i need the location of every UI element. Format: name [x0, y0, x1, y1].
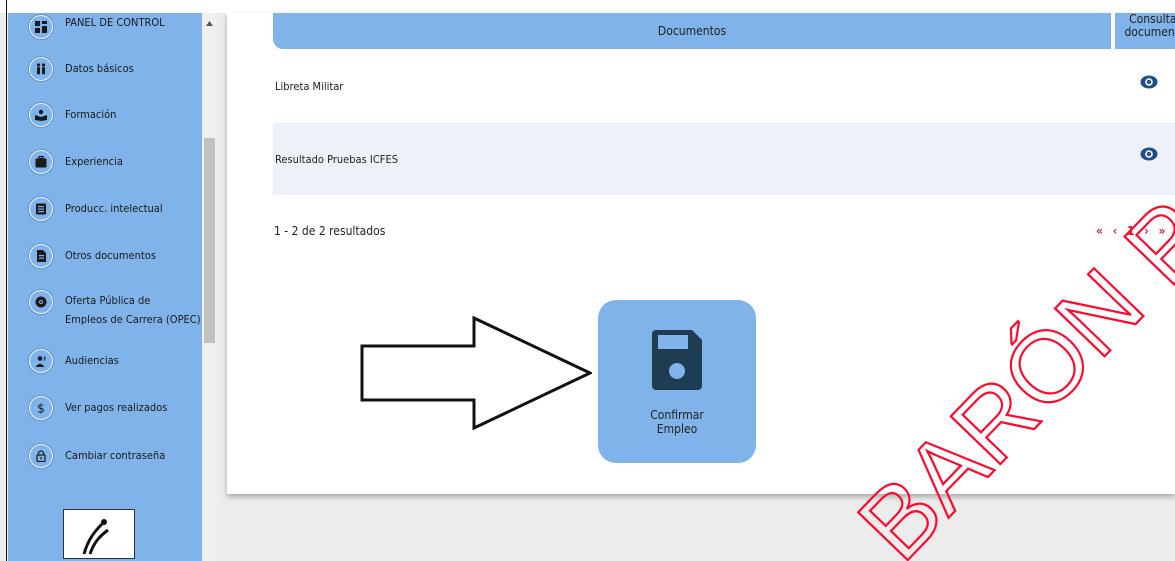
- audience-icon: [29, 349, 53, 373]
- sidebar-item-experiencia[interactable]: Experiencia: [8, 150, 202, 174]
- top-strip: [0, 0, 1175, 13]
- pagination-current[interactable]: 1: [1127, 224, 1135, 238]
- sidebar-item-cambiar-contrasena[interactable]: Cambiar contraseña: [8, 444, 202, 468]
- dollar-icon: $: [29, 396, 53, 420]
- sidebar-item-label: Producc. intelectual: [65, 202, 163, 215]
- sidebar-item-opec[interactable]: Oferta Pública de Empleos de Carrera (OP…: [8, 289, 202, 333]
- document-name: Libreta Militar: [275, 80, 344, 93]
- logo: [63, 509, 135, 559]
- sidebar-item-label: Oferta Pública de: [65, 294, 151, 307]
- sidebar-item-label: Formación: [65, 108, 117, 121]
- sidebar-item-datos-basicos[interactable]: Datos básicos: [8, 57, 202, 81]
- sidebar-item-otros-documentos[interactable]: Otros documentos: [8, 244, 202, 268]
- sidebar-item-ver-pagos[interactable]: $ Ver pagos realizados: [8, 396, 202, 420]
- pagination: « ‹ 1 › »: [1096, 224, 1171, 238]
- left-border-line: [6, 0, 7, 561]
- document-name: Resultado Pruebas ICFES: [275, 153, 398, 166]
- sidebar-item-label: Cambiar contraseña: [65, 449, 166, 462]
- lock-icon: [29, 444, 53, 468]
- sidebar-item-audiencias[interactable]: Audiencias: [8, 349, 202, 373]
- scroll-up-arrow-icon[interactable]: [202, 13, 217, 33]
- book-icon: [29, 197, 53, 221]
- pagination-first[interactable]: «: [1096, 224, 1103, 238]
- table-header: Documentos Consultar documento: [273, 13, 1175, 49]
- column-header-consultar-line2: documento: [1124, 25, 1175, 39]
- svg-text:$: $: [37, 402, 45, 414]
- sidebar-item-label-line2: Empleos de Carrera (OPEC): [65, 313, 201, 326]
- pagination-last[interactable]: »: [1158, 224, 1165, 238]
- sidebar-item-label: PANEL DE CONTROL: [65, 16, 165, 29]
- sidebar-item-label: Audiencias: [65, 354, 119, 367]
- confirm-label-line2: Empleo: [656, 422, 698, 436]
- view-document-eye-icon[interactable]: [1140, 75, 1158, 89]
- sidebar-item-label: Datos básicos: [65, 62, 134, 75]
- sidebar: PANEL DE CONTROL Datos básicos Formación…: [8, 13, 202, 561]
- dashboard-icon: [29, 15, 53, 39]
- confirm-employment-button[interactable]: Confirmar Empleo: [598, 300, 756, 463]
- table-row: Libreta Militar: [273, 51, 1175, 123]
- pointing-arrow-annotation: [360, 316, 592, 430]
- column-header-consultar: Consultar documento: [1115, 13, 1175, 49]
- briefcase-icon: [29, 150, 53, 174]
- confirm-employment-label: Confirmar Empleo: [598, 408, 756, 436]
- education-icon: [29, 103, 53, 127]
- results-count: 1 - 2 de 2 resultados: [274, 224, 386, 238]
- sidebar-item-formacion[interactable]: Formación: [8, 103, 202, 127]
- sidebar-scrollbar[interactable]: [202, 13, 217, 561]
- sidebar-item-label: Otros documentos: [65, 249, 156, 262]
- save-floppy-icon: [652, 330, 702, 390]
- sidebar-item-panel-de-control[interactable]: PANEL DE CONTROL: [8, 14, 202, 39]
- sidebar-item-label: Experiencia: [65, 155, 123, 168]
- pagination-next[interactable]: ›: [1144, 224, 1148, 238]
- column-header-documentos: Documentos: [273, 13, 1111, 49]
- document-icon: [29, 244, 53, 268]
- pagination-prev[interactable]: ‹: [1113, 224, 1117, 238]
- table-row: Resultado Pruebas ICFES: [273, 123, 1175, 195]
- sidebar-item-produccion-intelectual[interactable]: Producc. intelectual: [8, 197, 202, 221]
- people-icon: [29, 57, 53, 81]
- globe-icon: [29, 290, 53, 314]
- sidebar-item-label: Ver pagos realizados: [65, 401, 168, 414]
- confirm-label-line1: Confirmar: [650, 408, 704, 422]
- scroll-thumb[interactable]: [204, 138, 215, 343]
- view-document-eye-icon[interactable]: [1140, 147, 1158, 161]
